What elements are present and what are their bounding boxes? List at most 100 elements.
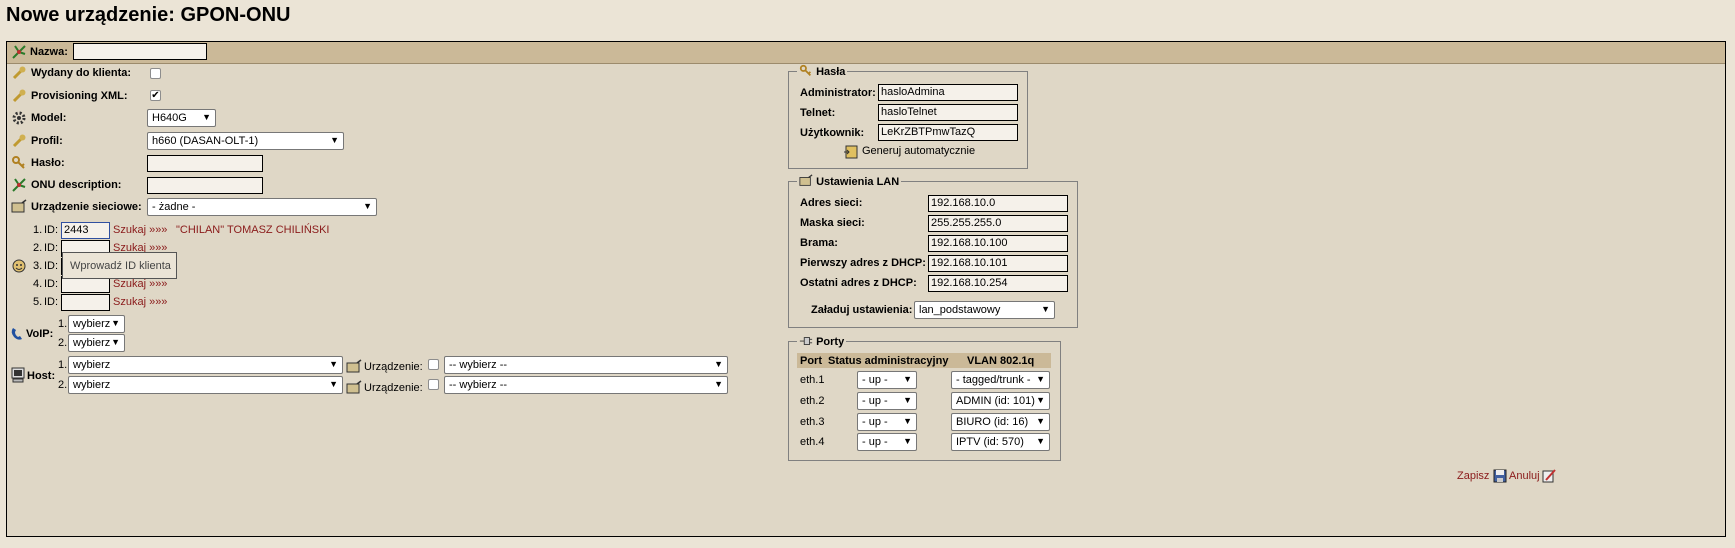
dhcp-first-label: Pierwszy adres z DHCP: bbox=[800, 257, 926, 269]
host-select[interactable]: wybierz ▼ bbox=[68, 376, 343, 394]
client-search-link[interactable]: Szukaj »»» bbox=[113, 278, 167, 290]
client-name: "CHILAN" TOMASZ CHILIŃSKI bbox=[176, 224, 330, 236]
node-icon bbox=[12, 178, 26, 192]
dhcp-first-input[interactable]: 192.168.10.101 bbox=[928, 255, 1068, 272]
status-column-header: Status administracyjny bbox=[828, 355, 949, 367]
network-device-label: Urządzenie sieciowe: bbox=[31, 201, 142, 213]
port-column-header: Port bbox=[800, 355, 822, 367]
host-device-select[interactable]: -- wybierz -- ▼ bbox=[444, 356, 728, 374]
port-status-select[interactable]: - up - ▼ bbox=[857, 433, 917, 451]
port-vlan-select[interactable]: ADMIN (id: 101) ▼ bbox=[951, 392, 1050, 410]
page-title: Nowe urządzenie: GPON-ONU bbox=[6, 4, 291, 26]
admin-password-label: Administrator: bbox=[800, 87, 876, 99]
model-label: Model: bbox=[31, 112, 67, 124]
port-name: eth.4 bbox=[800, 436, 825, 448]
netmask-label: Maska sieci: bbox=[800, 217, 865, 229]
dhcp-last-input[interactable]: 192.168.10.254 bbox=[928, 275, 1068, 292]
name-input[interactable] bbox=[73, 43, 207, 60]
load-settings-label: Załaduj ustawienia: bbox=[811, 304, 913, 316]
password-input[interactable] bbox=[147, 155, 263, 172]
voip-row-number: 1. bbox=[58, 318, 68, 330]
host-device-checkbox[interactable] bbox=[428, 379, 439, 390]
generate-icon[interactable] bbox=[843, 144, 859, 160]
port-vlan-select[interactable]: - tagged/trunk - ▼ bbox=[951, 371, 1050, 389]
client-row-number: 2. bbox=[33, 242, 43, 254]
issued-label: Wydany do klienta: bbox=[31, 67, 132, 79]
generate-button[interactable]: Generuj automatycznie bbox=[862, 145, 975, 157]
telnet-password-label: Telnet: bbox=[800, 107, 836, 119]
network-device-icon bbox=[346, 359, 362, 373]
user-password-label: Użytkownik: bbox=[800, 127, 865, 139]
wrench-icon bbox=[12, 134, 26, 148]
port-name: eth.3 bbox=[800, 416, 825, 428]
client-row-number: 4. bbox=[33, 278, 43, 290]
client-id-label: ID: bbox=[44, 224, 59, 236]
load-settings-select[interactable]: lan_podstawowy ▼ bbox=[914, 301, 1055, 319]
keys-icon bbox=[799, 64, 811, 76]
customer-icon bbox=[12, 259, 26, 273]
passwords-legend: Hasła bbox=[797, 64, 848, 78]
voip-select[interactable]: wybierz ▼ bbox=[68, 334, 125, 352]
voip-select[interactable]: wybierz ▼ bbox=[68, 315, 125, 333]
port-status-select[interactable]: - up - ▼ bbox=[857, 413, 917, 431]
provisioning-label: Provisioning XML: bbox=[31, 90, 128, 102]
user-password-input[interactable]: LeKrZBTPmwTazQ bbox=[878, 124, 1018, 141]
phone-icon bbox=[11, 328, 22, 340]
client-row-number: 3. bbox=[33, 260, 43, 272]
network-device-select[interactable]: - żadne - ▼ bbox=[147, 198, 377, 216]
cancel-button[interactable]: Anuluj bbox=[1509, 470, 1540, 482]
client-id-label: ID: bbox=[44, 296, 59, 308]
port-name: eth.2 bbox=[800, 395, 825, 407]
host-device-label: Urządzenie: bbox=[364, 382, 423, 394]
admin-password-input[interactable]: hasloAdmina bbox=[878, 84, 1018, 101]
port-vlan-select[interactable]: BIURO (id: 16) ▼ bbox=[951, 413, 1050, 431]
network-device-icon bbox=[346, 380, 362, 394]
host-select[interactable]: wybierz ▼ bbox=[68, 356, 343, 374]
vlan-column-header: VLAN 802.1q bbox=[967, 355, 1035, 367]
gateway-input[interactable]: 192.168.10.100 bbox=[928, 235, 1068, 252]
port-status-select[interactable]: - up - ▼ bbox=[857, 392, 917, 410]
client-id-label: ID: bbox=[44, 242, 59, 254]
network-address-input[interactable]: 192.168.10.0 bbox=[928, 195, 1068, 212]
name-label: Nazwa: bbox=[30, 46, 68, 58]
host-label: Host: bbox=[27, 370, 56, 382]
port-icon bbox=[799, 337, 813, 345]
wrench-icon bbox=[12, 66, 26, 80]
host-row-number: 2. bbox=[58, 379, 68, 391]
host-device-select[interactable]: -- wybierz -- ▼ bbox=[444, 376, 728, 394]
telnet-password-input[interactable]: hasloTelnet bbox=[878, 104, 1018, 121]
host-device-checkbox[interactable] bbox=[428, 359, 439, 370]
client-row-number: 1. bbox=[33, 224, 43, 236]
port-name: eth.1 bbox=[800, 374, 825, 386]
client-search-link[interactable]: Szukaj »»» bbox=[113, 224, 167, 236]
profile-label: Profil: bbox=[31, 135, 63, 147]
network-device-icon bbox=[799, 174, 813, 186]
lan-settings-legend: Ustawienia LAN bbox=[797, 174, 902, 188]
provisioning-checkbox[interactable]: ✔ bbox=[150, 90, 161, 101]
save-button[interactable]: Zapisz bbox=[1457, 470, 1489, 482]
cancel-icon[interactable] bbox=[1541, 468, 1557, 484]
model-select[interactable]: H640G ▼ bbox=[147, 109, 216, 127]
port-status-select[interactable]: - up - ▼ bbox=[857, 371, 917, 389]
gateway-label: Brama: bbox=[800, 237, 838, 249]
wrench-icon bbox=[12, 89, 26, 103]
client-search-link[interactable]: Szukaj »»» bbox=[113, 296, 167, 308]
client-row-number: 5. bbox=[33, 296, 43, 308]
name-header-bar: Nazwa: bbox=[7, 42, 1725, 64]
issued-checkbox[interactable] bbox=[150, 68, 161, 79]
onu-description-input[interactable] bbox=[147, 177, 263, 194]
client-id-label: ID: bbox=[44, 278, 59, 290]
client-id-input[interactable] bbox=[61, 294, 110, 311]
network-address-label: Adres sieci: bbox=[800, 197, 863, 209]
keys-icon bbox=[12, 156, 25, 169]
client-id-input[interactable]: 2443 bbox=[61, 222, 110, 239]
client-id-tooltip: Wprowadź ID klienta bbox=[62, 252, 177, 279]
port-vlan-select[interactable]: IPTV (id: 570) ▼ bbox=[951, 433, 1050, 451]
gear-icon bbox=[12, 111, 26, 125]
network-device-icon bbox=[11, 199, 27, 213]
netmask-input[interactable]: 255.255.255.0 bbox=[928, 215, 1068, 232]
host-row-number: 1. bbox=[58, 359, 68, 371]
save-icon[interactable] bbox=[1492, 468, 1508, 484]
profile-select[interactable]: h660 (DASAN-OLT-1) ▼ bbox=[147, 132, 344, 150]
dhcp-last-label: Ostatni adres z DHCP: bbox=[800, 277, 917, 289]
